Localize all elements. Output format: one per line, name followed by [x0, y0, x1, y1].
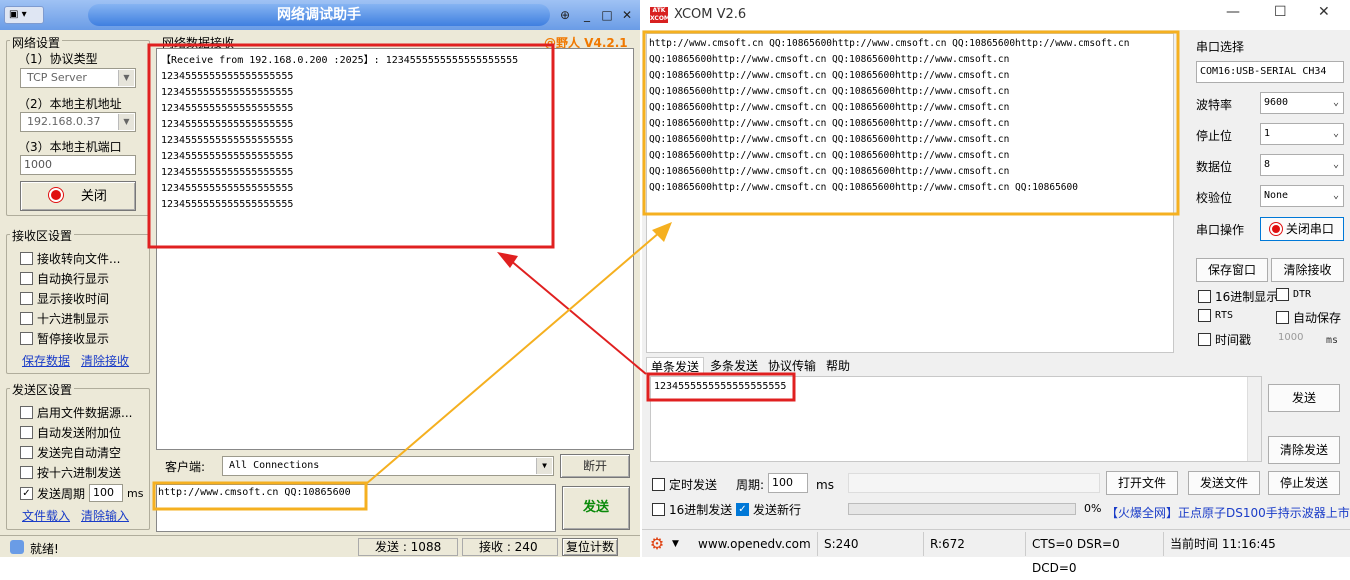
yellow-arrowhead	[652, 222, 672, 242]
annotation-overlay	[147, 30, 1180, 511]
red-highlight-tx	[646, 372, 796, 402]
yellow-arrow	[365, 231, 661, 485]
yellow-highlight-rx	[642, 30, 1180, 216]
red-highlight-rx	[147, 43, 555, 249]
red-arrow	[509, 259, 647, 375]
yellow-highlight-tx	[152, 481, 368, 511]
red-arrowhead	[497, 252, 518, 268]
